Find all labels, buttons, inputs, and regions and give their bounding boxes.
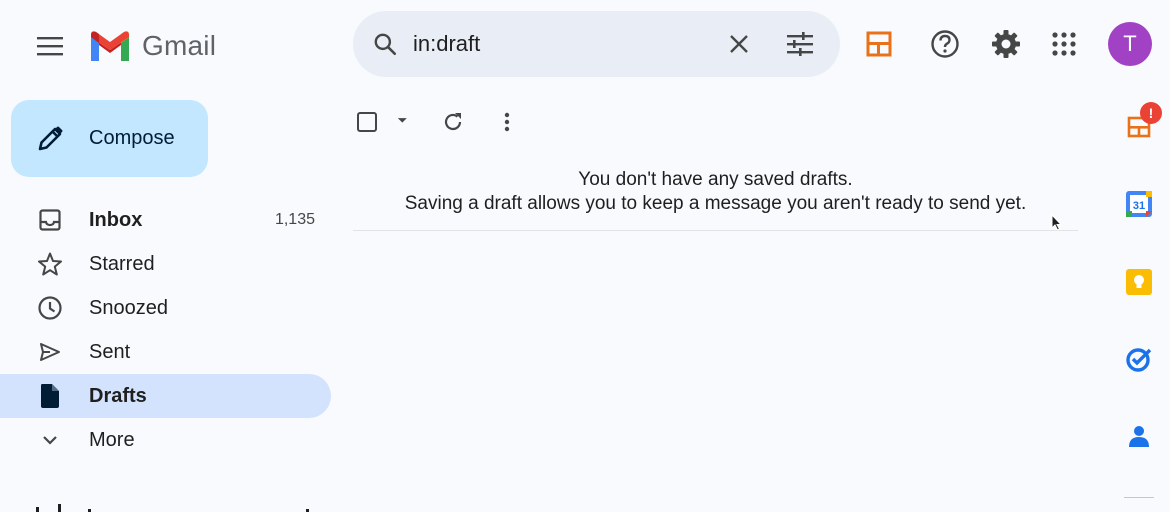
sidebar-item-label: Snoozed (89, 296, 168, 319)
sidebar-item-drafts[interactable]: Drafts (0, 374, 331, 418)
calendar-icon[interactable]: 31 (1124, 189, 1154, 219)
list-toolbar (353, 100, 527, 144)
refresh-icon[interactable] (433, 102, 473, 142)
sidebar-item-starred[interactable]: Starred (0, 242, 331, 286)
settings-icon[interactable] (986, 24, 1026, 64)
sidebar-item-label: Sent (89, 340, 131, 363)
draft-icon (36, 382, 64, 410)
sidebar-item-label: Inbox (89, 208, 143, 231)
more-options-icon[interactable] (487, 102, 527, 142)
search-bar[interactable] (353, 11, 840, 77)
app-name: Gmail (142, 30, 217, 61)
gmail-m-icon (91, 31, 129, 61)
empty-state-message: You don't have any saved drafts. Saving … (353, 168, 1078, 216)
list-divider (353, 230, 1078, 231)
tune-icon[interactable] (785, 30, 815, 58)
send-icon (36, 338, 64, 366)
star-icon (36, 250, 64, 278)
sidebar-item-label: More (89, 428, 135, 451)
tasks-icon[interactable] (1124, 344, 1154, 374)
account-avatar[interactable]: T (1108, 22, 1152, 66)
clock-icon (36, 294, 64, 322)
sidebar-item-more[interactable]: More (0, 418, 331, 462)
chevron-down-icon (36, 426, 64, 454)
side-panel-divider (1124, 497, 1154, 498)
apps-grid-icon[interactable] (1044, 24, 1084, 64)
search-input[interactable] (413, 31, 703, 57)
empty-state-line2: Saving a draft allows you to keep a mess… (404, 193, 1027, 214)
contacts-icon[interactable] (1124, 421, 1154, 451)
sidebar-item-inbox[interactable]: Inbox 1,135 (0, 198, 331, 242)
labels-heading-partial (30, 500, 320, 512)
select-all-checkbox[interactable] (353, 102, 413, 142)
close-icon[interactable] (725, 30, 753, 58)
empty-state-line1: You don't have any saved drafts. (578, 169, 853, 190)
sidebar-item-snoozed[interactable]: Snoozed (0, 286, 331, 330)
sidebar-nav: Inbox 1,135 Starred Snoozed Sent Drafts … (0, 198, 331, 462)
sidebar-item-label: Drafts (89, 384, 147, 407)
calendar-day: 31 (1133, 200, 1145, 212)
notification-badge: ! (1140, 102, 1162, 124)
compose-button[interactable]: Compose (11, 100, 208, 177)
sidebar-item-label: Starred (89, 252, 155, 275)
keep-icon[interactable] (1124, 267, 1154, 297)
workspace-icon[interactable] (859, 24, 899, 64)
mouse-cursor-icon (1050, 213, 1064, 232)
gmail-logo[interactable]: Gmail (88, 26, 216, 66)
avatar-letter: T (1123, 31, 1137, 56)
pencil-icon (35, 124, 65, 154)
compose-label: Compose (89, 127, 175, 149)
inbox-icon (36, 206, 64, 234)
help-icon[interactable] (925, 24, 965, 64)
side-panel: 31 (1108, 92, 1170, 512)
hamburger-icon (37, 37, 63, 56)
sidebar-item-sent[interactable]: Sent (0, 330, 331, 374)
search-icon[interactable] (371, 30, 399, 58)
main-menu-button[interactable] (28, 24, 72, 68)
unread-count: 1,135 (274, 211, 315, 228)
